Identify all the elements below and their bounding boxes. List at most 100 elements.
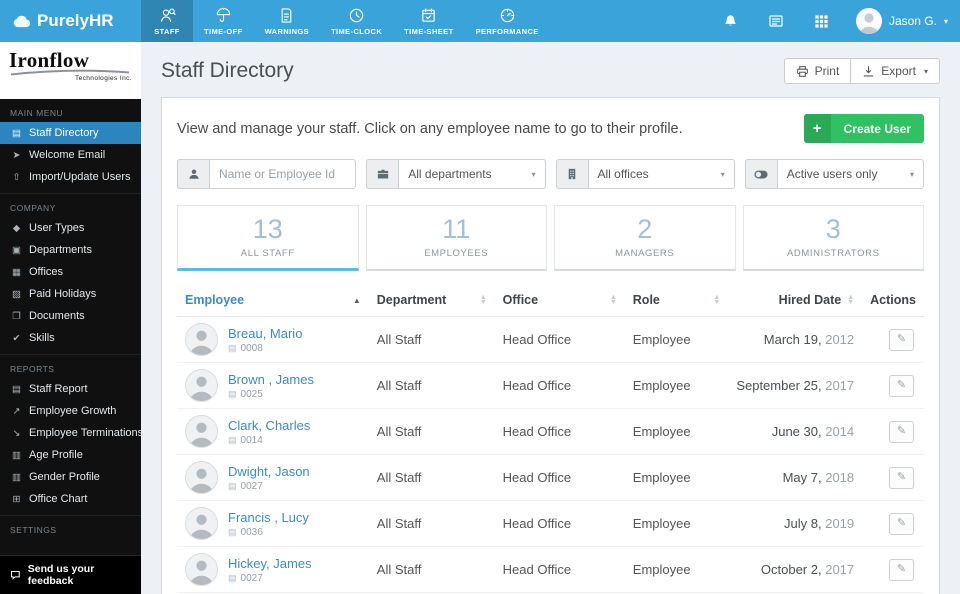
sidebar-item-gender-profile[interactable]: ▥ Gender Profile xyxy=(0,466,141,488)
employee-id: ▤ 0014 xyxy=(228,434,263,446)
app-root: PurelyHR STAFF TIME-OFF WARNINGS TIME-CL… xyxy=(0,0,960,594)
welcome-email-icon: ➤ xyxy=(12,149,21,161)
edit-user-button[interactable]: ✎ xyxy=(889,328,914,351)
nav-item-time-clock[interactable]: TIME-CLOCK xyxy=(320,0,393,42)
sidebar-item-staff-report[interactable]: ▤ Staff Report xyxy=(0,378,141,400)
sidebar-item-paid-holidays[interactable]: ▨ Paid Holidays xyxy=(0,283,141,305)
employee-avatar xyxy=(185,507,218,540)
search-input[interactable] xyxy=(209,159,357,189)
stat-all-staff[interactable]: 13 ALL STAFF xyxy=(177,205,359,271)
employee-name-link[interactable]: Brown , James xyxy=(228,372,314,387)
print-button[interactable]: Print xyxy=(783,58,852,84)
sidebar-item-departments[interactable]: ▣ Departments xyxy=(0,239,141,261)
edit-user-button[interactable]: ✎ xyxy=(889,466,914,489)
sidebar-item-documents[interactable]: ❐ Documents xyxy=(0,305,141,327)
sidebar-item-offices[interactable]: ▦ Offices xyxy=(0,261,141,283)
office-chart-icon: ⊞ xyxy=(12,493,21,505)
sidebar-item-label: Documents xyxy=(29,310,85,322)
sidebar-item-staff-directory[interactable]: ▤ Staff Directory xyxy=(0,122,141,144)
user-menu[interactable]: Jason G. ▾ xyxy=(844,8,960,34)
staff-directory-icon: ▤ xyxy=(12,127,21,139)
stat-count: 2 xyxy=(637,214,653,244)
printer-icon xyxy=(796,65,808,77)
cell-office: Head Office xyxy=(494,500,625,547)
building-icon xyxy=(555,159,588,189)
sidebar-item-welcome-email[interactable]: ➤ Welcome Email xyxy=(0,144,141,166)
chevron-down-icon: ▾ xyxy=(909,169,914,179)
cell-hired-date: September 25, 2017 xyxy=(728,362,863,409)
edit-user-button[interactable]: ✎ xyxy=(889,558,914,581)
export-button[interactable]: Export ▾ xyxy=(850,58,940,84)
departments-select[interactable]: All departments ▾ xyxy=(398,159,546,189)
offices-select-value: All offices xyxy=(597,167,649,181)
column-header-actions: Actions xyxy=(862,284,924,317)
notifications-button[interactable] xyxy=(708,0,753,42)
toggle-icon xyxy=(744,159,777,189)
pencil-icon: ✎ xyxy=(896,333,907,345)
stat-count: 11 xyxy=(442,214,471,244)
employee-id: ▤ 0036 xyxy=(228,526,263,538)
nav-item-warnings[interactable]: WARNINGS xyxy=(254,0,320,42)
sidebar-item-skills[interactable]: ✔ Skills xyxy=(0,327,141,349)
employee-name-link[interactable]: Hickey, James xyxy=(228,556,312,571)
employee-id: ▤ 0027 xyxy=(228,572,263,584)
employee-name-link[interactable]: Breau, Mario xyxy=(228,326,302,341)
employee-name-link[interactable]: Francis , Lucy xyxy=(228,510,309,525)
sidebar-item-label: Gender Profile xyxy=(29,471,100,483)
offices-select[interactable]: All offices ▾ xyxy=(587,159,735,189)
employee-avatar xyxy=(185,553,218,586)
column-header-office[interactable]: Office ▲ ▼ xyxy=(494,284,625,317)
sidebar-item-import-update-users[interactable]: ⇧ Import/Update Users xyxy=(0,166,141,188)
column-header-hired-date[interactable]: Hired Date ▲ ▼ xyxy=(728,284,863,317)
pencil-icon: ✎ xyxy=(896,517,907,529)
sort-ascending-icon: ▲ xyxy=(352,295,361,305)
offices-icon: ▦ xyxy=(12,266,21,278)
table-row: Brown , James ▤ 0025 All Staff Head Offic… xyxy=(177,362,924,409)
sidebar-item-office-chart[interactable]: ⊞ Office Chart xyxy=(0,488,141,510)
edit-user-button[interactable]: ✎ xyxy=(889,512,914,535)
cell-department: All Staff xyxy=(368,316,495,363)
apps-grid-button[interactable] xyxy=(799,0,844,42)
stat-managers[interactable]: 2 MANAGERS xyxy=(554,205,736,271)
stat-employees[interactable]: 11 EMPLOYEES xyxy=(365,205,547,271)
cell-role: Employee xyxy=(624,546,729,593)
column-header-employee[interactable]: Employee ▲ xyxy=(177,284,369,317)
documents-icon: ❐ xyxy=(12,310,21,322)
employee-id: ▤ 0025 xyxy=(228,388,263,400)
sidebar-item-user-types[interactable]: ◆ User Types xyxy=(0,217,141,239)
nav-item-performance[interactable]: PERFORMANCE xyxy=(465,0,550,42)
column-header-role[interactable]: Role ▲ ▼ xyxy=(624,284,729,317)
sidebar-item-employee-growth[interactable]: ↗ Employee Growth xyxy=(0,400,141,422)
nav-item-time-sheet[interactable]: TIME-SHEET xyxy=(393,0,464,42)
employee-name-link[interactable]: Dwight, Jason xyxy=(228,464,310,479)
stat-administrators[interactable]: 3 ADMINISTRATORS xyxy=(742,205,924,271)
top-navbar: PurelyHR STAFF TIME-OFF WARNINGS TIME-CL… xyxy=(0,0,960,42)
sidebar-item-employee-terminations[interactable]: ↘ Employee Terminations xyxy=(0,422,144,444)
stat-label: ALL STAFF xyxy=(240,248,295,259)
chevron-down-icon: ▾ xyxy=(943,16,948,26)
employee-name-link[interactable]: Clark, Charles xyxy=(228,418,310,433)
edit-user-button[interactable]: ✎ xyxy=(889,374,914,397)
cell-department: All Staff xyxy=(368,500,495,547)
sidebar-item-age-profile[interactable]: ▥ Age Profile xyxy=(0,444,141,466)
feedback-button[interactable]: Send us your feedback xyxy=(0,555,141,594)
section-title: MAIN MENU xyxy=(10,108,64,118)
cell-department: All Staff xyxy=(368,546,495,593)
chevron-down-icon: ▾ xyxy=(720,169,725,179)
nav-item-time-off[interactable]: TIME-OFF xyxy=(193,0,254,42)
cell-role: Employee xyxy=(624,362,729,409)
download-icon xyxy=(864,65,874,77)
nav-item-staff[interactable]: STAFF xyxy=(141,0,193,42)
purelyhr-brand[interactable]: PurelyHR xyxy=(0,0,141,42)
nav-label: PERFORMANCE xyxy=(475,26,539,36)
employee-id: ▤ 0027 xyxy=(228,480,263,492)
status-select[interactable]: Active users only ▾ xyxy=(776,159,924,189)
nav-label: WARNINGS xyxy=(264,26,310,36)
skills-icon: ✔ xyxy=(12,332,21,344)
column-header-department[interactable]: Department ▲ ▼ xyxy=(368,284,495,317)
edit-user-button[interactable]: ✎ xyxy=(889,420,914,443)
create-user-button[interactable]: + Create User xyxy=(803,114,924,143)
news-button[interactable] xyxy=(753,0,799,42)
id-badge-icon: ▤ xyxy=(228,572,237,583)
sidebar-item-label: Office Chart xyxy=(29,493,88,505)
